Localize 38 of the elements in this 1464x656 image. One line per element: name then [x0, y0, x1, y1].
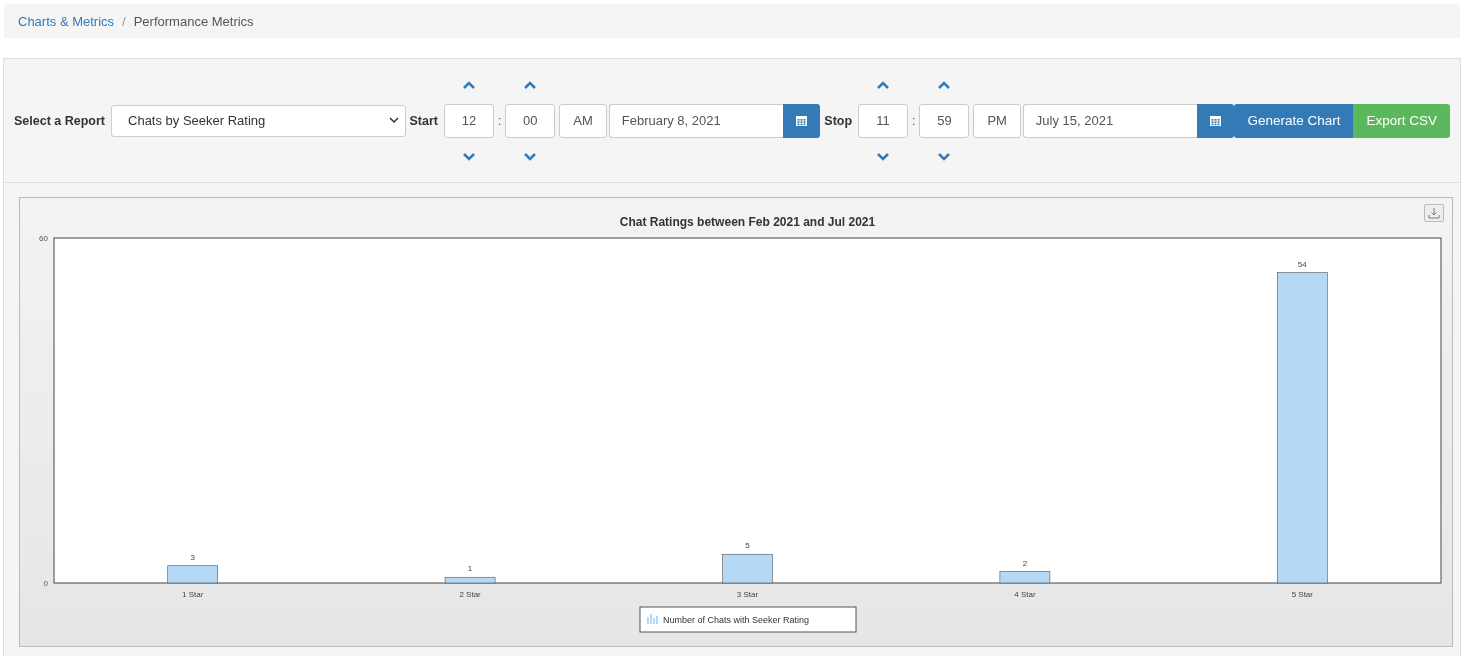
data-label: 3 [190, 552, 195, 562]
category-label: 3 Star [736, 590, 759, 599]
calendar-icon [1209, 114, 1223, 127]
time-separator: : [498, 113, 502, 128]
breadcrumb-current: Performance Metrics [133, 13, 254, 29]
minute-field[interactable]: 00 [505, 103, 556, 138]
breadcrumb-separator: / [122, 13, 126, 29]
category-label: 1 Star [182, 590, 204, 599]
category-label: 5 Star [1291, 590, 1313, 599]
category-label: 2 Star [459, 590, 481, 599]
calendar-button[interactable] [782, 103, 821, 138]
minute-field[interactable]: 59 [919, 103, 970, 138]
chevron-down-icon [388, 117, 399, 124]
legend-label: Number of Chats with Seeker Rating [663, 615, 810, 625]
data-label: 5 [745, 541, 750, 551]
category-label: 4 Star [1014, 590, 1036, 599]
time-separator: : [912, 113, 916, 128]
hour-field[interactable]: 11 [858, 103, 909, 138]
start-date-field[interactable]: February 8, 2021 [608, 103, 783, 138]
chart-title: Chat Ratings between Feb 2021 and Jul 2021 [619, 215, 876, 229]
breadcrumb-link[interactable]: Charts & Metrics [18, 13, 115, 29]
time-label: Start [409, 113, 438, 128]
hour-field[interactable]: 12 [444, 103, 494, 138]
report-select[interactable]: Chats by Seeker Rating [111, 104, 406, 137]
data-label: 2 [1022, 558, 1028, 568]
axis-tick-label: 0 [43, 579, 48, 588]
download-icon [1428, 207, 1440, 219]
period-toggle[interactable]: PM [973, 103, 1021, 138]
time-label: Stop [824, 113, 853, 128]
report-label: Select a Report [14, 113, 105, 128]
calendar-button[interactable] [1196, 103, 1235, 138]
data-label: 54 [1297, 259, 1307, 269]
calendar-icon [794, 114, 808, 127]
axis-tick-label: 60 [39, 234, 48, 243]
data-label: 1 [467, 564, 473, 574]
stop-date-field[interactable]: July 15, 2021 [1022, 103, 1197, 138]
generate-chart-button[interactable]: Generate Chart [1234, 103, 1354, 138]
period-toggle[interactable]: AM [559, 103, 607, 138]
